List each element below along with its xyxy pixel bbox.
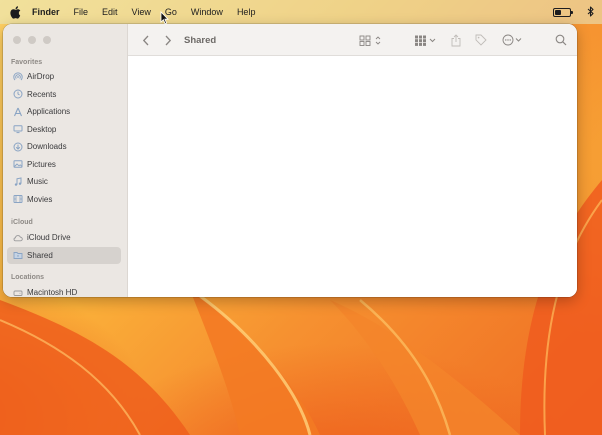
music-icon (12, 176, 23, 187)
search-icon (555, 34, 567, 46)
menu-file[interactable]: File (74, 7, 89, 17)
clock-icon (12, 89, 23, 100)
sidebar-item-label: Music (27, 177, 48, 186)
minimize-window-button[interactable] (28, 36, 36, 44)
sidebar-item-label: Movies (27, 194, 53, 204)
group-grid-icon (415, 35, 436, 46)
apple-menu-icon[interactable] (8, 5, 22, 19)
window-title: Shared (184, 34, 217, 46)
chevron-right-icon (165, 35, 172, 45)
forward-button[interactable] (164, 24, 172, 56)
sidebar-item-label: Recents (27, 89, 57, 99)
sidebar-item-recents[interactable]: Recents (7, 86, 121, 103)
toolbar: Shared (128, 24, 577, 56)
more-actions-button[interactable] (502, 24, 524, 56)
group-button[interactable] (414, 24, 438, 56)
icon-view-icon (359, 35, 381, 46)
photo-icon (12, 159, 23, 170)
download-icon (12, 141, 23, 152)
sidebar-item-label: Shared (27, 250, 53, 260)
sidebar-item-desktop[interactable]: Desktop (7, 121, 121, 138)
share-button[interactable] (451, 24, 461, 56)
menu-edit[interactable]: Edit (102, 7, 118, 17)
sidebar-item-icloud-drive[interactable]: iCloud Drive (7, 229, 121, 246)
sidebar-item-label: Desktop (27, 124, 57, 134)
finder-window: Favorites AirDrop Recents Applications D… (3, 24, 577, 297)
sidebar-item-music[interactable]: Music (7, 173, 121, 190)
view-mode-button[interactable] (359, 24, 383, 56)
share-icon (451, 33, 461, 46)
tag-button[interactable] (475, 24, 487, 56)
sidebar-item-movies[interactable]: Movies (7, 191, 121, 208)
icloud-section-label: iCloud (11, 219, 33, 226)
bluetooth-icon[interactable] (587, 5, 594, 19)
favorites-section-label: Favorites (11, 59, 43, 66)
sidebar-item-label: Macintosh HD (27, 288, 78, 297)
menu-bar: Finder File Edit View Go Window Help (0, 0, 602, 24)
sidebar-item-applications[interactable]: Applications (7, 103, 121, 120)
ellipsis-circle-icon (502, 34, 522, 46)
sidebar-item-label: Downloads (27, 142, 67, 151)
sidebar-item-pictures[interactable]: Pictures (7, 156, 121, 173)
sidebar: Favorites AirDrop Recents Applications D… (3, 24, 128, 297)
sidebar-item-downloads[interactable]: Downloads (7, 138, 121, 155)
locations-section-label: Locations (11, 274, 45, 281)
window-controls (13, 36, 51, 44)
chevron-left-icon (142, 35, 149, 45)
sidebar-item-label: AirDrop (27, 72, 55, 81)
menu-finder[interactable]: Finder (32, 7, 60, 17)
sidebar-item-label: Pictures (27, 159, 56, 169)
film-icon (12, 194, 23, 205)
menu-help[interactable]: Help (237, 7, 256, 17)
cloud-icon (12, 232, 23, 243)
disk-icon (12, 287, 23, 297)
tag-icon (475, 34, 487, 46)
sidebar-item-label: iCloud Drive (27, 233, 71, 242)
menu-window[interactable]: Window (191, 7, 223, 17)
menu-view[interactable]: View (132, 7, 151, 17)
sidebar-item-shared[interactable]: Shared (7, 246, 121, 264)
close-window-button[interactable] (13, 36, 21, 44)
file-browser-content[interactable] (128, 56, 577, 297)
desktop-icon (12, 124, 23, 135)
sidebar-item-macintosh-hd[interactable]: Macintosh HD (7, 284, 121, 297)
zoom-window-button[interactable] (43, 36, 51, 44)
sidebar-item-airdrop[interactable]: AirDrop (7, 68, 121, 85)
search-button[interactable] (555, 24, 567, 56)
back-button[interactable] (142, 24, 150, 56)
mouse-pointer-icon (160, 11, 169, 25)
battery-level-fill (555, 9, 562, 15)
battery-icon[interactable] (553, 7, 573, 17)
airdrop-icon (12, 71, 23, 82)
applications-icon (12, 106, 23, 117)
sidebar-item-label: Applications (27, 107, 71, 116)
shared-folder-icon (12, 250, 23, 261)
